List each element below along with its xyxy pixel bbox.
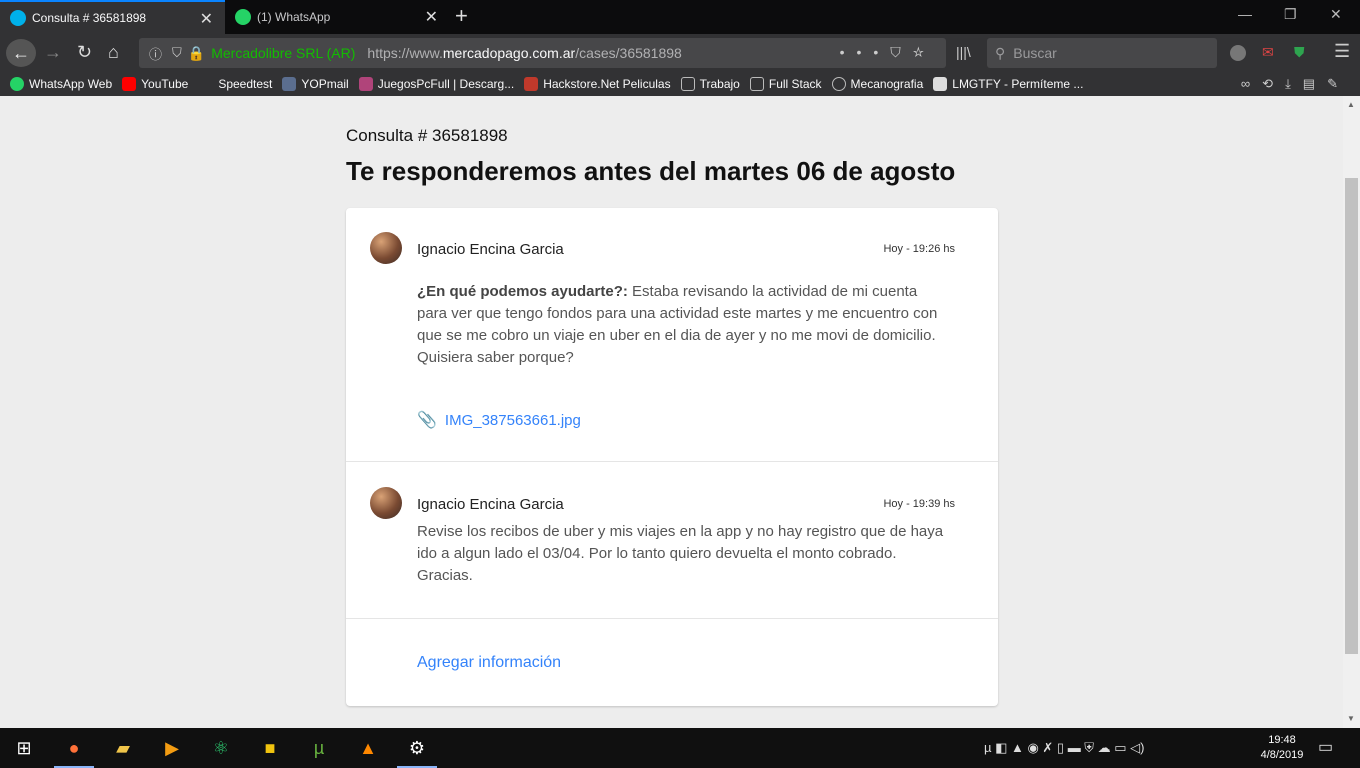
whatsapp-icon: [235, 9, 251, 25]
bookmark-yopmail[interactable]: YOPmail: [282, 77, 349, 91]
forward-button[interactable]: →: [44, 42, 62, 63]
vlc-icon[interactable]: ▲: [356, 736, 380, 760]
clock-time: 19:48: [1268, 734, 1296, 746]
message-author: Ignacio Encina Garcia: [417, 241, 564, 258]
utorrent-icon[interactable]: µ: [307, 736, 331, 760]
url-bar-actions[interactable]: •••⛉☆: [840, 44, 936, 61]
shield-extension-icon[interactable]: ⛊: [1294, 44, 1305, 61]
message-time: Hoy - 19:39 hs: [883, 498, 955, 510]
system-clock[interactable]: 19:48 4/8/2019: [1254, 733, 1310, 763]
notification-icon[interactable]: ▭: [1318, 737, 1333, 757]
lock-icon: 🔒: [187, 44, 206, 61]
scroll-down-icon[interactable]: ▼: [1347, 714, 1355, 723]
message-body: Revise los recibos de uber y mis viajes …: [417, 523, 944, 584]
search-icon: ⚲: [995, 44, 1006, 61]
add-info-link[interactable]: Agregar información: [417, 654, 561, 672]
restore-button[interactable]: ❐: [1284, 6, 1297, 23]
minimize-button[interactable]: —: [1238, 6, 1252, 22]
navigation-bar: ← → ↻ ⌂ ⓘ ⛉ 🔒 Mercadolibre SRL (AR) http…: [0, 34, 1360, 72]
paperclip-icon: 📎: [417, 412, 437, 429]
atom-icon[interactable]: ⚛: [209, 736, 233, 760]
tab-title: (1) WhatsApp: [257, 10, 331, 24]
case-id: Consulta # 36581898: [346, 126, 508, 145]
toolbar-extensions[interactable]: ∞⟲⤓▤✎: [1241, 76, 1350, 92]
close-tab-icon[interactable]: ✕: [425, 7, 438, 27]
whatsapp-icon: [10, 77, 24, 91]
tracking-shield-icon[interactable]: ⛉: [172, 45, 182, 61]
bookmark-mecanografia[interactable]: Mecanografia: [831, 77, 923, 91]
reload-button[interactable]: ↻: [77, 42, 92, 63]
juegospcfull-icon: [358, 77, 373, 91]
scrollbar-thumb[interactable]: [1345, 178, 1358, 654]
file-explorer-icon[interactable]: ▰: [111, 736, 135, 760]
search-input[interactable]: ⚲ Buscar: [987, 38, 1217, 68]
attachment-name: IMG_387563661.jpg: [444, 411, 581, 429]
menu-icon[interactable]: ☰: [1334, 41, 1350, 62]
bookmark-hackstore[interactable]: Hackstore.Net Peliculas: [524, 77, 671, 91]
case-card: Ignacio Encina Garcia Hoy - 19:26 hs ¿En…: [346, 208, 998, 706]
new-tab-button[interactable]: +: [455, 3, 468, 29]
search-placeholder: Buscar: [1013, 45, 1057, 61]
home-button[interactable]: ⌂: [108, 42, 119, 63]
page-scrollbar[interactable]: ▲ ▼: [1343, 96, 1360, 728]
tab-bar: Consulta # 36581898 ✕ (1) WhatsApp ✕ + —…: [0, 0, 1360, 34]
url-text[interactable]: https://www.mercadopago.com.ar/cases/365…: [367, 45, 681, 61]
youtube-icon: [122, 77, 137, 91]
avatar: [370, 232, 402, 264]
attachment-link[interactable]: 📎 IMG_387563661.jpg: [417, 410, 581, 430]
back-button[interactable]: ←: [6, 39, 36, 67]
system-tray-icons[interactable]: µ ◧ ▲ ◉ ✗ ▯ ▬ ⛨ ☁ ▭ ◁): [984, 740, 1145, 756]
media-player-icon[interactable]: ▶: [160, 736, 184, 760]
question-label: ¿En qué podemos ayudarte?:: [417, 283, 628, 300]
site-identity[interactable]: Mercadolibre SRL (AR): [211, 45, 355, 61]
gmail-icon[interactable]: ✉: [1262, 44, 1274, 61]
mercadopago-icon: [10, 10, 26, 26]
folder-icon: [749, 77, 764, 91]
bookmarks-bar: WhatsApp Web YouTube Speedtest YOPmail J…: [0, 72, 1360, 96]
message-body: ¿En qué podemos ayudarte?: Estaba revisa…: [417, 281, 947, 369]
message-item: Ignacio Encina Garcia Hoy - 19:39 hs Rev…: [346, 462, 998, 619]
page-title: Te responderemos antes del martes 06 de …: [346, 156, 956, 186]
hackstore-icon: [524, 77, 539, 91]
avatar: [370, 487, 402, 519]
bookmark-whatsapp[interactable]: WhatsApp Web: [10, 77, 112, 91]
tab-title: Consulta # 36581898: [32, 11, 147, 25]
bookmark-folder-trabajo[interactable]: Trabajo: [680, 77, 740, 91]
bookmark-juegospcfull[interactable]: JuegosPcFull | Descarg...: [358, 77, 514, 91]
bookmark-lmgtfy[interactable]: LMGTFY - Permíteme ...: [933, 77, 1083, 91]
account-avatar-icon[interactable]: [1230, 45, 1246, 61]
windows-start-icon[interactable]: ⊞: [12, 736, 36, 760]
library-icon[interactable]: |||\: [956, 44, 971, 60]
message-author: Ignacio Encina Garcia: [417, 496, 564, 513]
bookmark-folder-fullstack[interactable]: Full Stack: [749, 77, 822, 91]
info-icon[interactable]: ⓘ: [149, 44, 162, 63]
close-window-button[interactable]: ✕: [1330, 6, 1342, 23]
folder-icon: [680, 77, 695, 91]
bookmark-speedtest[interactable]: Speedtest: [218, 77, 272, 91]
sticky-notes-icon[interactable]: ■: [258, 736, 282, 760]
tab-consulta[interactable]: Consulta # 36581898 ✕: [0, 0, 225, 34]
url-bar[interactable]: ⓘ ⛉ 🔒 Mercadolibre SRL (AR) https://www.…: [139, 38, 946, 68]
bookmark-youtube[interactable]: YouTube: [122, 77, 188, 91]
windows-taskbar: ⊞ ● ▰ ▶ ⚛ ■ µ ▲ ⚙ µ ◧ ▲ ◉ ✗ ▯ ▬ ⛨ ☁ ▭ ◁)…: [0, 728, 1360, 768]
close-tab-icon[interactable]: ✕: [200, 9, 213, 29]
scroll-up-icon[interactable]: ▲: [1347, 100, 1355, 109]
globe-icon: [831, 77, 846, 91]
firefox-icon[interactable]: ●: [62, 736, 86, 760]
yopmail-icon: [282, 77, 297, 91]
lmgtfy-icon: [933, 77, 948, 91]
message-time: Hoy - 19:26 hs: [883, 243, 955, 255]
browser-chrome: Consulta # 36581898 ✕ (1) WhatsApp ✕ + —…: [0, 0, 1360, 96]
tab-whatsapp[interactable]: (1) WhatsApp ✕: [225, 0, 450, 34]
clock-date: 4/8/2019: [1260, 749, 1304, 761]
message-item: Ignacio Encina Garcia Hoy - 19:26 hs ¿En…: [346, 208, 998, 462]
settings-gear-icon[interactable]: ⚙: [405, 736, 429, 760]
